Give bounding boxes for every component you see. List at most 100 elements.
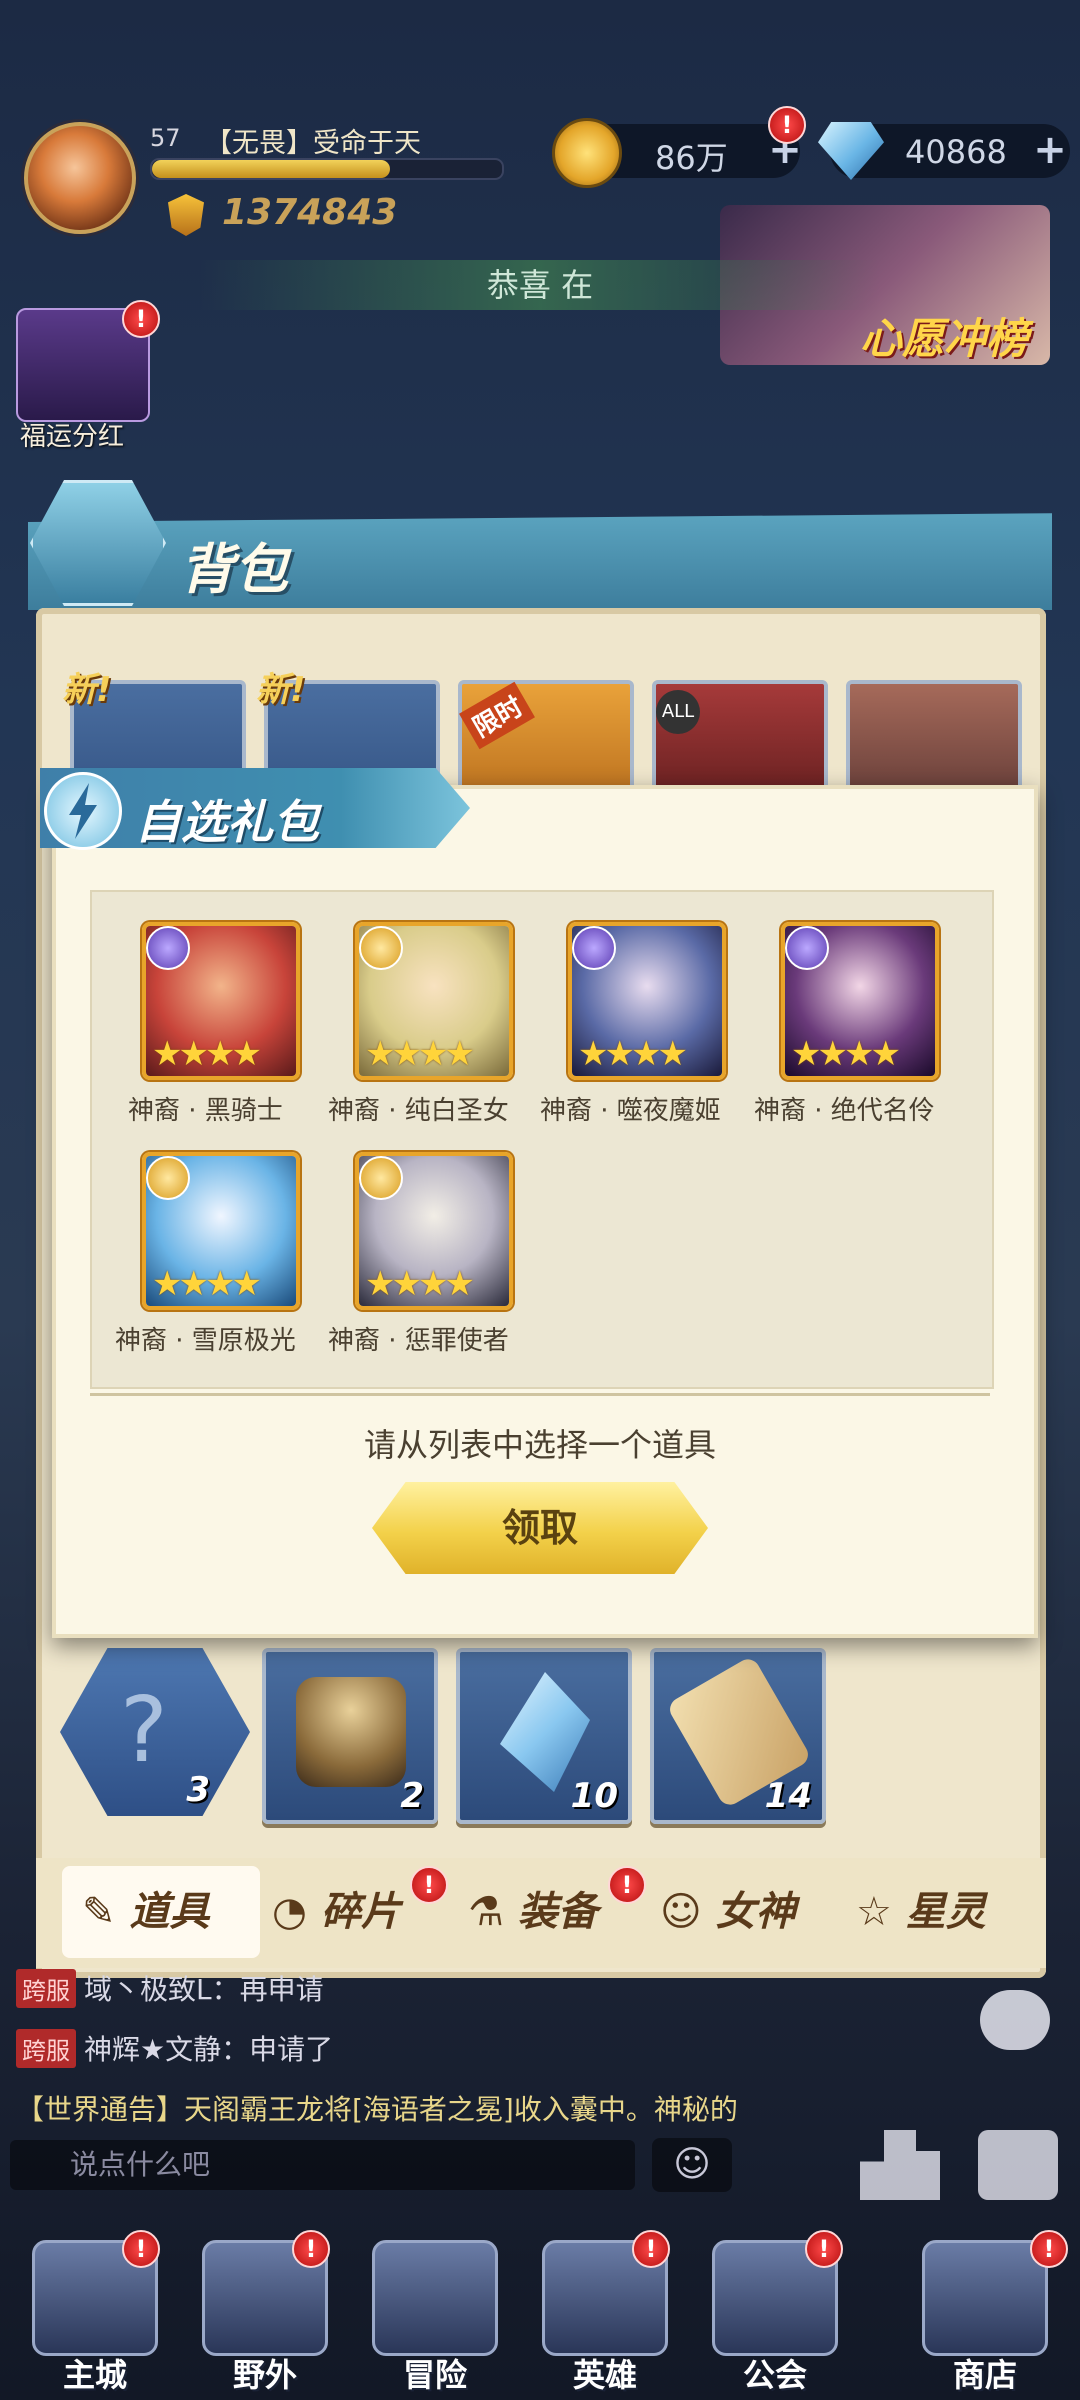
hero-name: 神裔 · 雪原极光 (115, 1326, 296, 1356)
chat-text: 神辉★文静：申请了 (84, 2033, 334, 2066)
xp-bar (150, 158, 504, 180)
nav-alert-badge: ! (122, 2230, 160, 2268)
shop-icon (922, 2240, 1048, 2356)
friends-icon[interactable] (980, 1990, 1050, 2050)
adventure-icon (372, 2240, 498, 2356)
tab-goddess[interactable]: ☺ 女神 (660, 1866, 830, 1958)
new-tag: 新! (62, 670, 112, 710)
player-avatar[interactable] (24, 122, 136, 234)
nav-label: 冒险 (402, 2356, 467, 2394)
gold-alert-badge: ! (768, 106, 806, 144)
fortune-alert-badge: ! (122, 300, 160, 338)
chat-input[interactable]: 说点什么吧 (10, 2140, 635, 2190)
selection-prompt: 请从列表中选择一个道具 (363, 1426, 716, 1464)
nav-alert-badge: ! (805, 2230, 843, 2268)
new-tag: 新! (256, 670, 306, 710)
chat-line: 跨服 神辉★文静：申请了 (16, 2028, 333, 2068)
gold-amount: 86万 (655, 139, 728, 177)
nav-label: 主城 (62, 2356, 127, 2394)
hero-name: 神裔 · 绝代名伶 (754, 1096, 935, 1126)
player-level: 57 (150, 124, 181, 152)
star-rating: ★★★★ (578, 1034, 688, 1074)
equipment-alert-badge: ! (608, 1866, 646, 1904)
backpack-title: 背包 (180, 538, 288, 601)
tab-label: 道具 (129, 1889, 210, 1935)
tab-label: 装备 (517, 1889, 598, 1935)
fragments-alert-badge: ! (410, 1866, 448, 1904)
player-name: 【无畏】受命于天 (205, 128, 421, 159)
tab-star-spirit[interactable]: ☆ 星灵 (856, 1866, 1026, 1958)
world-notice: 【世界通告】天阁霸王龙将[海语者之冕]收入囊中。神秘的 (16, 2093, 738, 2126)
tab-items[interactable]: ✎ 道具 (62, 1866, 260, 1958)
hero-card-night-witch[interactable]: ★★★★ (568, 922, 726, 1080)
hero-name: 神裔 · 惩罪使者 (328, 1326, 509, 1356)
ranking-icon[interactable] (860, 2130, 940, 2200)
hero-name: 神裔 · 纯白圣女 (328, 1096, 509, 1126)
equipment-icon: ⚗ (468, 1889, 504, 1935)
gem-amount: 40868 (905, 133, 1007, 171)
cross-server-tag: 跨服 (16, 2029, 76, 2068)
bag-slot-shard[interactable]: 10 (456, 1648, 632, 1824)
faction-icon (785, 926, 829, 970)
nav-adventure[interactable]: 冒险 (355, 2240, 515, 2400)
item-count: 14 (764, 1776, 812, 1816)
faction-icon (146, 926, 190, 970)
hero-card-snow-aurora[interactable]: ★★★★ (142, 1152, 300, 1310)
backpack-shortcut-icon[interactable] (978, 2130, 1058, 2200)
hero-card-punisher[interactable]: ★★★★ (355, 1152, 513, 1310)
tab-label: 星灵 (905, 1889, 986, 1935)
power-shield-icon (168, 194, 204, 236)
emoji-button[interactable]: ☺ (652, 2138, 732, 2192)
faction-icon (359, 926, 403, 970)
nav-alert-badge: ! (292, 2230, 330, 2268)
star-rating: ★★★★ (365, 1264, 475, 1304)
item-count: 2 (400, 1776, 424, 1816)
item-count: 10 (570, 1776, 618, 1816)
all-tag: ALL (656, 690, 700, 734)
star-rating: ★★★★ (152, 1264, 262, 1304)
faction-icon (359, 1156, 403, 1200)
star-rating: ★★★★ (152, 1034, 262, 1074)
nav-label: 公会 (742, 2356, 807, 2394)
question-scroll-icon: ? (120, 1678, 168, 1783)
xp-bar-fill (152, 160, 390, 178)
hero-name: 神裔 · 噬夜魔姬 (540, 1096, 721, 1126)
fortune-label: 福运分红 (20, 422, 125, 452)
bag-slot-scroll[interactable]: 14 (650, 1648, 826, 1824)
hero-card-black-knight[interactable]: ★★★★ (142, 922, 300, 1080)
broadcast-marquee: 恭喜 在 (200, 260, 880, 310)
faction-icon (572, 926, 616, 970)
goddess-icon: ☺ (660, 1889, 702, 1935)
dialog-divider (90, 1393, 990, 1396)
nav-label: 野外 (232, 2356, 297, 2394)
nav-label: 英雄 (572, 2356, 637, 2394)
items-icon: ✎ (82, 1889, 116, 1935)
nav-alert-badge: ! (1030, 2230, 1068, 2268)
cross-server-tag: 跨服 (16, 1969, 76, 2008)
crystal-shard-icon (500, 1672, 590, 1792)
star-rating: ★★★★ (791, 1034, 901, 1074)
bag-slot-altar[interactable]: 2 (262, 1648, 438, 1824)
claim-button[interactable]: 领取 (372, 1482, 708, 1574)
nav-label: 商店 (952, 2356, 1017, 2394)
hero-card-white-saint[interactable]: ★★★★ (355, 922, 513, 1080)
chat-line: 跨服 域丶极致L：再申请 (16, 1968, 324, 2008)
wish-ranking-label: 心愿冲榜 (860, 314, 1029, 363)
gold-coin-icon (552, 118, 622, 188)
add-gem-button[interactable]: + (1030, 130, 1070, 170)
faction-icon (146, 1156, 190, 1200)
nav-alert-badge: ! (632, 2230, 670, 2268)
hero-name: 神裔 · 黑骑士 (128, 1096, 283, 1126)
hero-card-diva[interactable]: ★★★★ (781, 922, 939, 1080)
combat-power: 1374843 (222, 192, 398, 233)
dialog-title: 自选礼包 (135, 795, 319, 849)
lightning-icon (44, 772, 122, 850)
item-count: 3 (186, 1770, 210, 1810)
star-rating: ★★★★ (365, 1034, 475, 1074)
star-spirit-icon: ☆ (856, 1889, 892, 1935)
tab-label: 女神 (715, 1889, 796, 1935)
tab-label: 碎片 (320, 1889, 401, 1935)
fragment-icon: ◔ (272, 1889, 307, 1935)
chat-text: 域丶极致L：再申请 (84, 1973, 324, 2006)
treasure-altar-icon (296, 1677, 406, 1787)
